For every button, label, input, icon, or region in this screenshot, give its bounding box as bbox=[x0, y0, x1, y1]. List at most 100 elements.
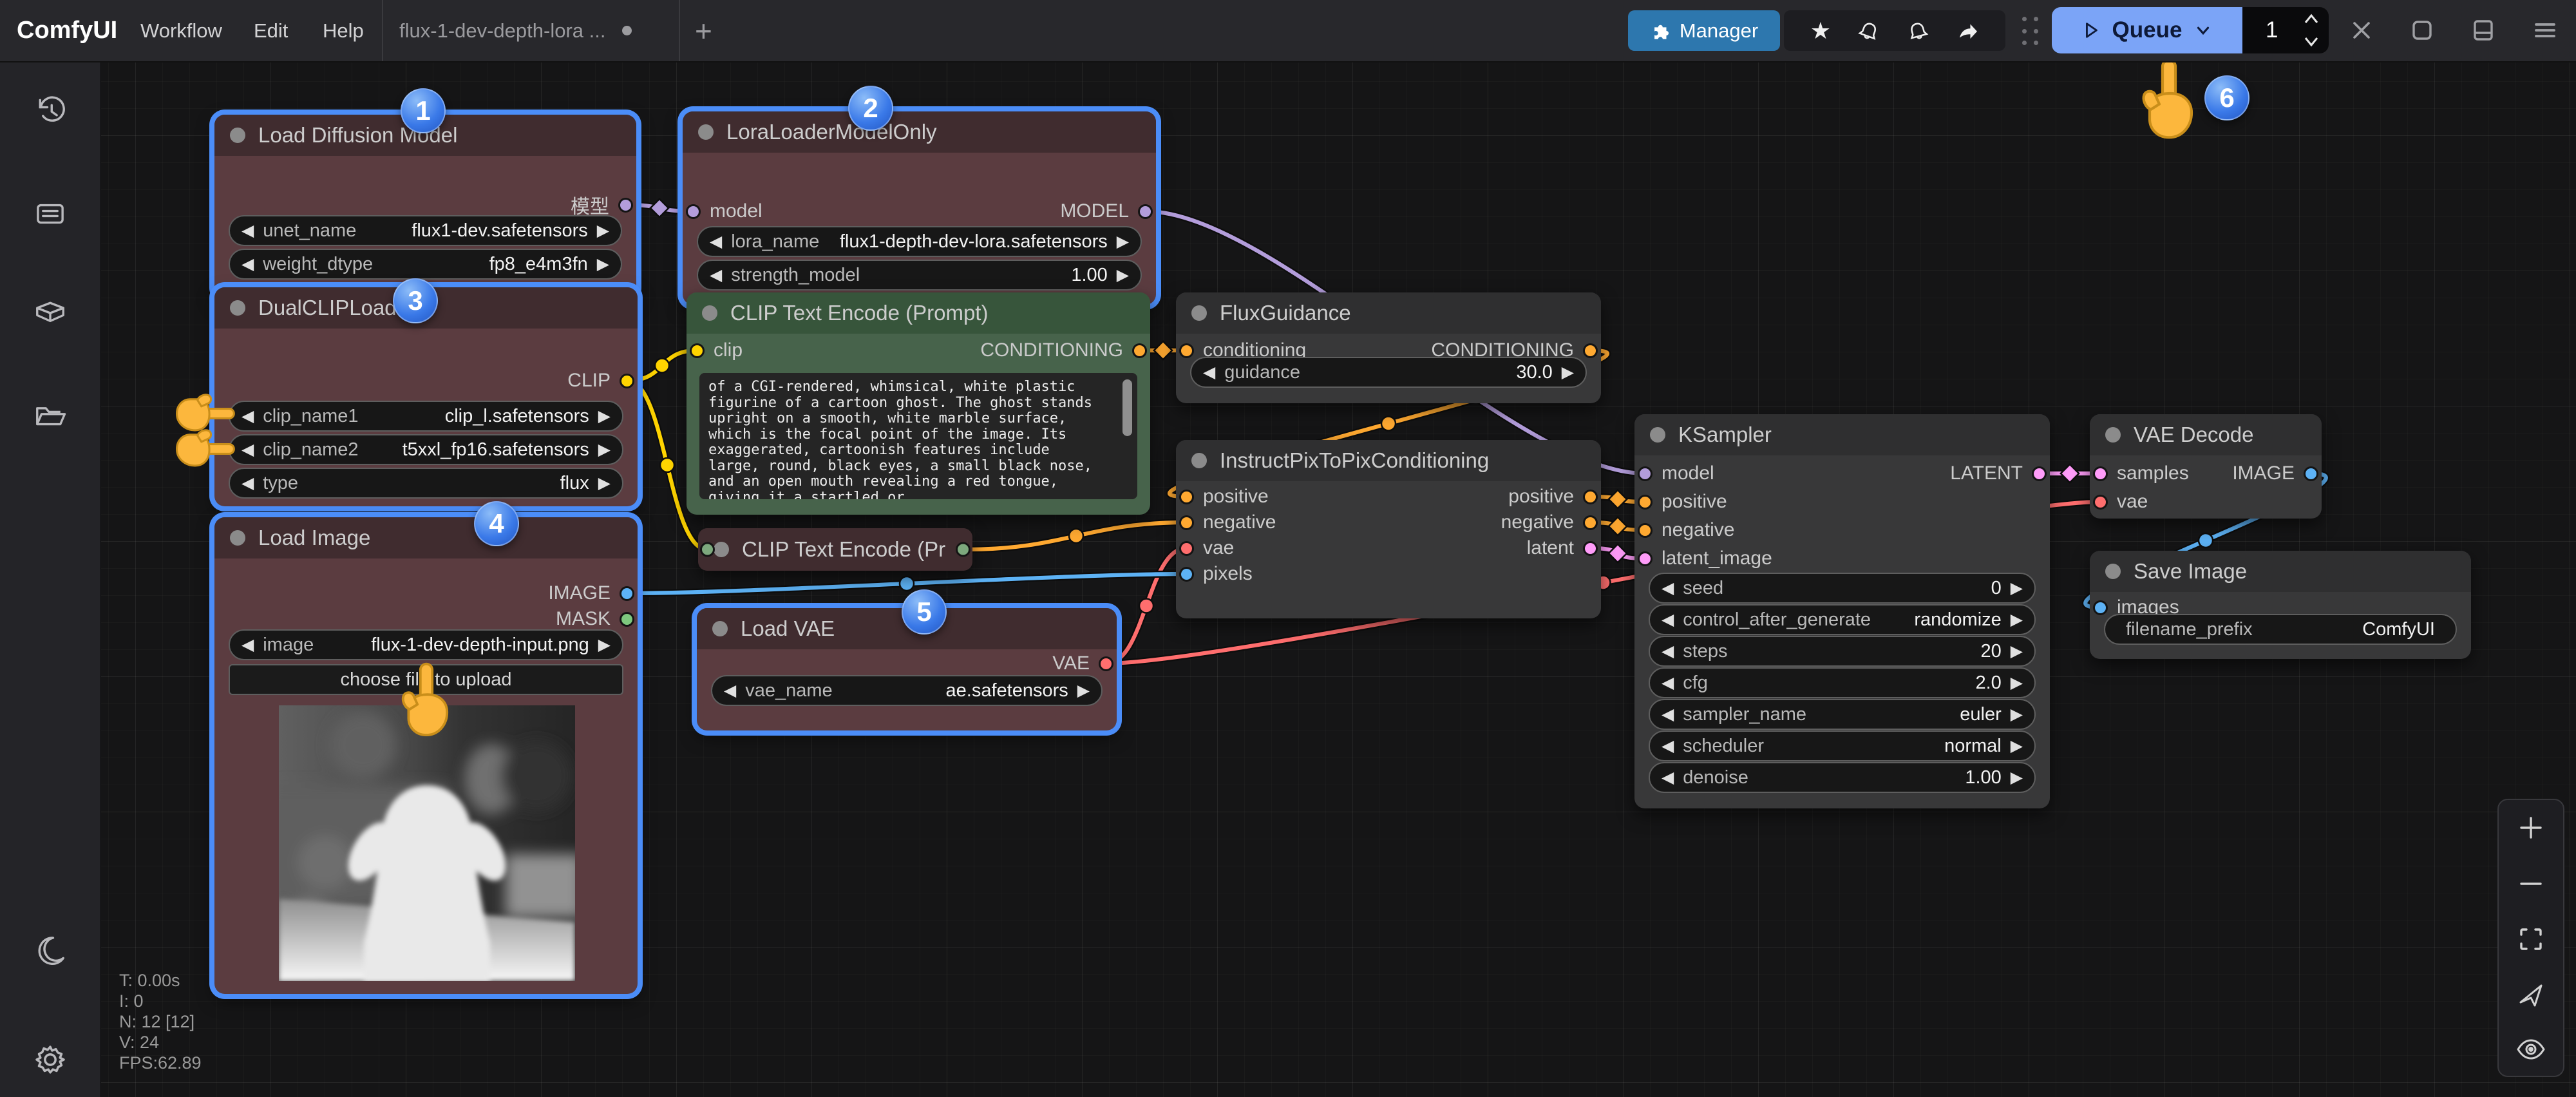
widget-lora_name[interactable]: ◀lora_nameflux1-depth-dev-lora.safetenso… bbox=[697, 226, 1142, 257]
collapse-dot[interactable] bbox=[230, 530, 245, 546]
stepper-left-icon[interactable]: ◀ bbox=[1662, 707, 1674, 723]
node-header[interactable]: FluxGuidance bbox=[1176, 292, 1601, 334]
output-dot-MODEL[interactable] bbox=[1138, 204, 1153, 219]
output-dot-VAE[interactable] bbox=[1099, 656, 1113, 671]
collapse-dot[interactable] bbox=[702, 305, 717, 321]
input-dot-model[interactable] bbox=[1638, 466, 1653, 481]
widget-cfg[interactable]: ◀cfg2.0▶ bbox=[1649, 667, 2036, 698]
widget-clip_name1[interactable]: ◀clip_name1clip_l.safetensors▶ bbox=[229, 401, 623, 432]
hamburger-menu-icon[interactable] bbox=[2529, 14, 2561, 46]
input-dot-positive[interactable] bbox=[1179, 490, 1194, 504]
menu-help[interactable]: Help bbox=[323, 19, 364, 43]
node-ksampler[interactable]: KSamplermodelpositivenegativelatent_imag… bbox=[1634, 414, 2050, 808]
output-dot-negative[interactable] bbox=[1583, 515, 1598, 530]
stepper-left-icon[interactable]: ◀ bbox=[1662, 612, 1674, 628]
stepper-left-icon[interactable]: ◀ bbox=[724, 683, 736, 699]
stepper-right-icon[interactable]: ▶ bbox=[1117, 267, 1129, 283]
stepper-right-icon[interactable]: ▶ bbox=[598, 408, 611, 424]
node-header[interactable]: Save Image bbox=[2090, 551, 2471, 592]
node-header[interactable]: LoraLoaderModelOnly bbox=[683, 111, 1156, 153]
drag-handle-icon[interactable] bbox=[2022, 17, 2041, 45]
workflow-tab[interactable]: flux-1-dev-depth-lora ... bbox=[399, 0, 632, 61]
node-clip-text-encode-prompt[interactable]: CLIP Text Encode (Prompt)clipCONDITIONIN… bbox=[687, 292, 1150, 515]
stepper-left-icon[interactable]: ◀ bbox=[1662, 580, 1674, 596]
output-dot-IMAGE[interactable] bbox=[2304, 466, 2318, 481]
input-dot-vae[interactable] bbox=[1179, 541, 1194, 556]
stepper-left-icon[interactable]: ◀ bbox=[710, 234, 722, 250]
node-header[interactable]: Load Image bbox=[214, 517, 638, 558]
stepper-right-icon[interactable]: ▶ bbox=[598, 475, 611, 491]
stepper-left-icon[interactable]: ◀ bbox=[242, 475, 254, 491]
collapse-dot[interactable] bbox=[714, 542, 729, 557]
collapse-dot[interactable] bbox=[230, 128, 245, 143]
input-dot-pixels[interactable] bbox=[1179, 567, 1194, 582]
stepper-right-icon[interactable]: ▶ bbox=[2011, 707, 2023, 723]
menu-edit[interactable]: Edit bbox=[254, 19, 288, 43]
input-dot-latent_image[interactable] bbox=[1638, 551, 1653, 566]
node-vae-decode[interactable]: VAE DecodesamplesvaeIMAGE bbox=[2090, 414, 2322, 519]
collapse-dot[interactable] bbox=[698, 124, 714, 140]
input-dot-clip[interactable] bbox=[690, 343, 705, 358]
collapse-dot[interactable] bbox=[712, 621, 728, 636]
stepper-right-icon[interactable]: ▶ bbox=[1562, 365, 1574, 381]
manager-button[interactable]: Manager bbox=[1628, 10, 1780, 51]
output-dot-模型[interactable] bbox=[618, 198, 633, 213]
bell-icon[interactable] bbox=[1857, 19, 1880, 43]
input-dot-images[interactable] bbox=[2093, 600, 2108, 615]
maximize-icon[interactable] bbox=[2406, 14, 2438, 46]
widget-steps[interactable]: ◀steps20▶ bbox=[1649, 636, 2036, 667]
workflows-folder-icon[interactable] bbox=[32, 397, 68, 434]
stepper-right-icon[interactable]: ▶ bbox=[1077, 683, 1090, 699]
stepper-right-icon[interactable]: ▶ bbox=[2011, 580, 2023, 596]
new-workflow-tab-button[interactable]: + bbox=[695, 14, 712, 48]
output-dot-MASK[interactable] bbox=[620, 612, 634, 627]
stepper-left-icon[interactable]: ◀ bbox=[242, 637, 254, 653]
node-header[interactable]: InstructPixToPixConditioning bbox=[1176, 440, 1601, 481]
pan-mode-icon[interactable] bbox=[2514, 978, 2548, 1013]
zoom-out-icon[interactable] bbox=[2514, 866, 2548, 901]
stepper-right-icon[interactable]: ▶ bbox=[597, 256, 609, 272]
toggle-link-visibility-eye-icon[interactable] bbox=[2514, 1032, 2548, 1067]
bell-slash-icon[interactable] bbox=[1906, 19, 1929, 43]
share-icon[interactable] bbox=[1956, 19, 1979, 43]
theme-moon-icon[interactable] bbox=[32, 932, 68, 968]
stepper-left-icon[interactable]: ◀ bbox=[1662, 738, 1674, 754]
stepper-left-icon[interactable]: ◀ bbox=[242, 408, 254, 424]
chevron-down-icon[interactable] bbox=[2303, 34, 2320, 48]
output-dot-CLIP[interactable] bbox=[620, 374, 634, 388]
output-dot-LATENT[interactable] bbox=[2032, 466, 2047, 481]
settings-gear-icon[interactable] bbox=[32, 1042, 68, 1078]
widget-scheduler[interactable]: ◀schedulernormal▶ bbox=[1649, 730, 2036, 761]
stepper-right-icon[interactable]: ▶ bbox=[1117, 234, 1129, 250]
close-icon[interactable] bbox=[2345, 14, 2378, 46]
widget-control_after_generate[interactable]: ◀control_after_generaterandomize▶ bbox=[1649, 604, 2036, 635]
output-dot-IMAGE[interactable] bbox=[620, 586, 634, 601]
node-flux-guidance[interactable]: FluxGuidanceconditioningCONDITIONING◀gui… bbox=[1176, 292, 1601, 403]
widget-type[interactable]: ◀typeflux▶ bbox=[229, 468, 623, 499]
collapse-dot[interactable] bbox=[2105, 427, 2121, 443]
prompt-textarea[interactable]: of a CGI-rendered, whimsical, white plas… bbox=[699, 373, 1137, 499]
output-dot-positive[interactable] bbox=[1583, 490, 1598, 504]
input-dot-negative[interactable] bbox=[1179, 515, 1194, 530]
node-header[interactable]: VAE Decode bbox=[2090, 414, 2322, 455]
input-dot-model[interactable] bbox=[686, 204, 701, 219]
stepper-left-icon[interactable]: ◀ bbox=[242, 223, 254, 239]
model-library-icon[interactable] bbox=[32, 295, 68, 331]
chevron-up-icon[interactable] bbox=[2303, 12, 2320, 26]
widget-guidance[interactable]: ◀guidance30.0▶ bbox=[1190, 357, 1587, 388]
input-dot-samples[interactable] bbox=[2093, 466, 2108, 481]
stepper-left-icon[interactable]: ◀ bbox=[1203, 365, 1215, 381]
collapsed-output-dot[interactable] bbox=[956, 542, 971, 557]
queue-count-stepper[interactable]: 1 bbox=[2242, 7, 2329, 53]
node-header[interactable]: KSampler bbox=[1634, 414, 2050, 455]
stepper-right-icon[interactable]: ▶ bbox=[597, 223, 609, 239]
node-header[interactable]: CLIP Text Encode (Pr bbox=[698, 528, 972, 571]
stepper-right-icon[interactable]: ▶ bbox=[2011, 644, 2023, 660]
input-dot-vae[interactable] bbox=[2093, 495, 2108, 510]
output-dot-CONDITIONING[interactable] bbox=[1583, 343, 1598, 358]
collapsed-input-dot[interactable] bbox=[700, 542, 715, 557]
input-dot-negative[interactable] bbox=[1638, 523, 1653, 538]
collapse-dot[interactable] bbox=[2105, 564, 2121, 579]
stepper-right-icon[interactable]: ▶ bbox=[598, 442, 611, 458]
star-icon[interactable]: ★ bbox=[1810, 19, 1831, 43]
